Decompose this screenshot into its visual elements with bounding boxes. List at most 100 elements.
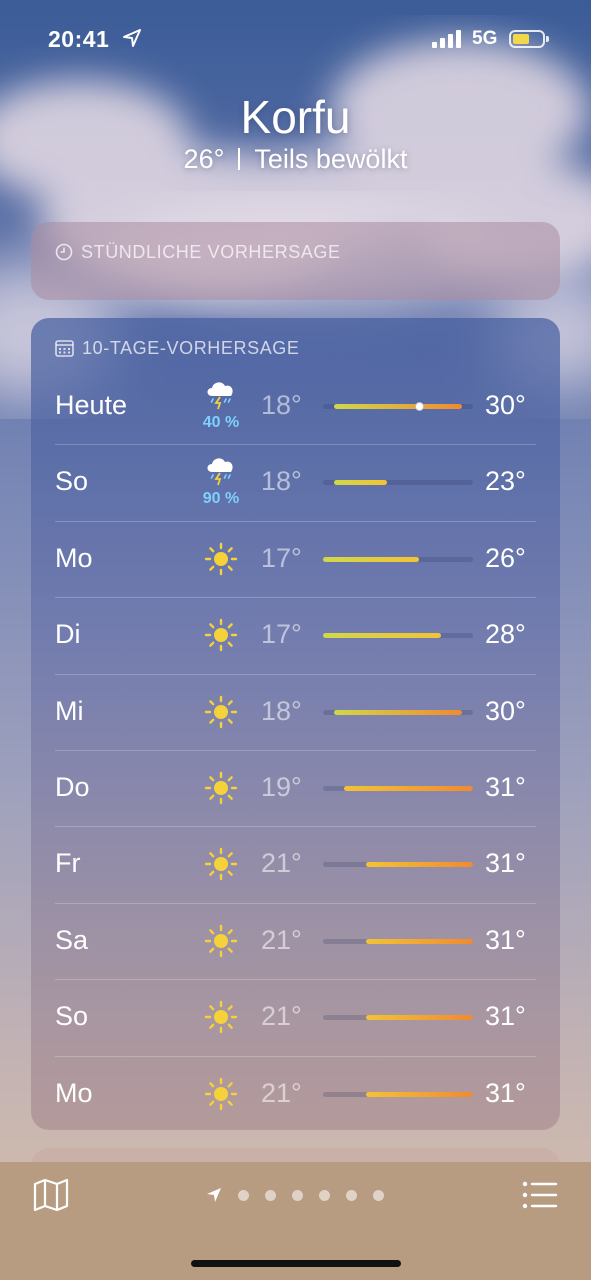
calendar-icon [55, 340, 74, 357]
separator [238, 148, 241, 170]
low-temperature: 21° [261, 924, 302, 955]
temperature-range-bar [333, 709, 463, 715]
low-temperature: 17° [261, 542, 302, 573]
clock-icon [55, 243, 73, 261]
high-temperature: 26° [485, 542, 526, 573]
temperature-range-bar [365, 1015, 473, 1021]
forecast-day: Sa [55, 924, 89, 955]
row-divider [55, 826, 536, 828]
sun-icon [203, 999, 239, 1035]
ten-day-forecast-card: 10-TAGE-VORHERSAGE Heute 40 % 18° 30° So 90 %… [31, 318, 560, 1130]
forecast-row[interactable]: Do 19° 31° [55, 750, 536, 826]
high-temperature: 31° [485, 772, 526, 802]
ten-day-forecast-header: 10-TAGE-VORHERSAGE [55, 338, 300, 359]
high-temperature: 31° [485, 1001, 526, 1032]
city-name: Korfu [240, 91, 351, 143]
temperature-range-bar [323, 633, 441, 639]
high-temperature: 30° [485, 390, 526, 420]
status-bar: 20:41 5G [0, 0, 591, 80]
high-temperature: 31° [485, 924, 526, 955]
temperature-range-track [323, 1091, 473, 1097]
page-dot[interactable] [346, 1190, 357, 1201]
forecast-row[interactable]: Mo 17° 26° [55, 520, 536, 597]
temperature-range-bar [365, 1091, 473, 1097]
page-dot[interactable] [265, 1190, 276, 1201]
sun-icon [203, 923, 239, 959]
current-temperature: 26° [183, 144, 225, 174]
home-indicator [191, 1260, 401, 1267]
low-temperature: 21° [261, 1077, 302, 1108]
forecast-day: Mo [55, 1077, 93, 1108]
low-temperature: 18° [261, 695, 302, 726]
low-temperature: 18° [261, 390, 302, 420]
forecast-day: Mi [55, 695, 84, 726]
low-temperature: 17° [261, 619, 302, 650]
forecast-row[interactable]: Fr 21° 31° [55, 826, 536, 902]
temperature-range-track [323, 938, 473, 944]
temperature-range-bar [333, 404, 463, 409]
current-temperature-marker [414, 402, 424, 411]
page-dot[interactable] [292, 1190, 303, 1201]
list-icon[interactable] [522, 1180, 558, 1210]
forecast-row[interactable]: So 21° 31° [55, 979, 536, 1055]
high-temperature: 30° [485, 695, 526, 726]
row-divider [55, 750, 536, 751]
high-temperature: 28° [485, 619, 526, 650]
page-dot[interactable] [319, 1190, 330, 1201]
hourly-forecast-card[interactable]: STÜNDLICHE VORHERSAGE [31, 222, 560, 300]
row-divider [55, 1055, 536, 1057]
hourly-forecast-title: STÜNDLICHE VORHERSAGE [81, 242, 341, 262]
forecast-day: Di [55, 619, 81, 650]
temperature-range-bar [365, 862, 473, 868]
forecast-row[interactable]: Heute 40 % 18° 30° [55, 368, 536, 444]
forecast-row[interactable]: So 90 % 18° 23° [55, 444, 536, 520]
temperature-range-track [323, 709, 473, 715]
low-temperature: 21° [261, 848, 302, 879]
temperature-range-track [323, 786, 473, 791]
sun-icon [203, 770, 239, 806]
forecast-day: So [55, 1001, 89, 1032]
sun-icon [203, 541, 239, 577]
network-type: 5G [472, 28, 498, 49]
temperature-range-bar [344, 786, 473, 791]
thunderstorm-icon [203, 376, 239, 412]
status-time: 20:41 [48, 26, 110, 52]
temperature-range-track [323, 633, 473, 639]
hourly-forecast-header: STÜNDLICHE VORHERSAGE [55, 242, 341, 263]
sun-icon [203, 694, 239, 730]
high-temperature: 31° [485, 848, 526, 879]
high-temperature: 23° [485, 466, 526, 497]
forecast-day: Heute [55, 390, 128, 420]
forecast-row[interactable]: Di 17° 28° [55, 597, 536, 673]
forecast-row[interactable]: Sa 21° 31° [55, 902, 536, 979]
current-conditions: 26° Teils bewölkt [0, 144, 591, 175]
thunderstorm-icon [203, 452, 239, 488]
page-dot[interactable] [373, 1190, 384, 1201]
map-icon[interactable] [33, 1178, 69, 1212]
location-arrow-icon [123, 29, 141, 47]
low-temperature: 18° [261, 466, 302, 497]
page-dot[interactable] [238, 1190, 249, 1201]
row-divider [55, 673, 536, 675]
temperature-range-bar [323, 556, 420, 562]
temperature-range-track [323, 556, 473, 562]
temperature-range-bar [365, 938, 473, 944]
temperature-range-track [323, 862, 473, 868]
precipitation-chance: 90 % [202, 490, 240, 508]
row-divider [55, 444, 536, 446]
low-temperature: 21° [261, 1001, 302, 1032]
forecast-row[interactable]: Mi 18° 30° [55, 673, 536, 750]
forecast-day: Do [55, 772, 90, 802]
sun-icon [203, 617, 239, 653]
temperature-range-track [323, 402, 473, 411]
temperature-range-bar [333, 480, 388, 486]
row-divider [55, 979, 536, 981]
low-temperature: 19° [261, 772, 302, 802]
high-temperature: 31° [485, 1077, 526, 1108]
forecast-day: So [55, 466, 89, 497]
forecast-row[interactable]: Mo 21° 31° [55, 1055, 536, 1132]
current-location-page-icon[interactable] [206, 1187, 222, 1203]
battery-icon [509, 30, 549, 48]
sun-icon [203, 1076, 239, 1112]
ten-day-forecast-title: 10-TAGE-VORHERSAGE [82, 338, 300, 358]
